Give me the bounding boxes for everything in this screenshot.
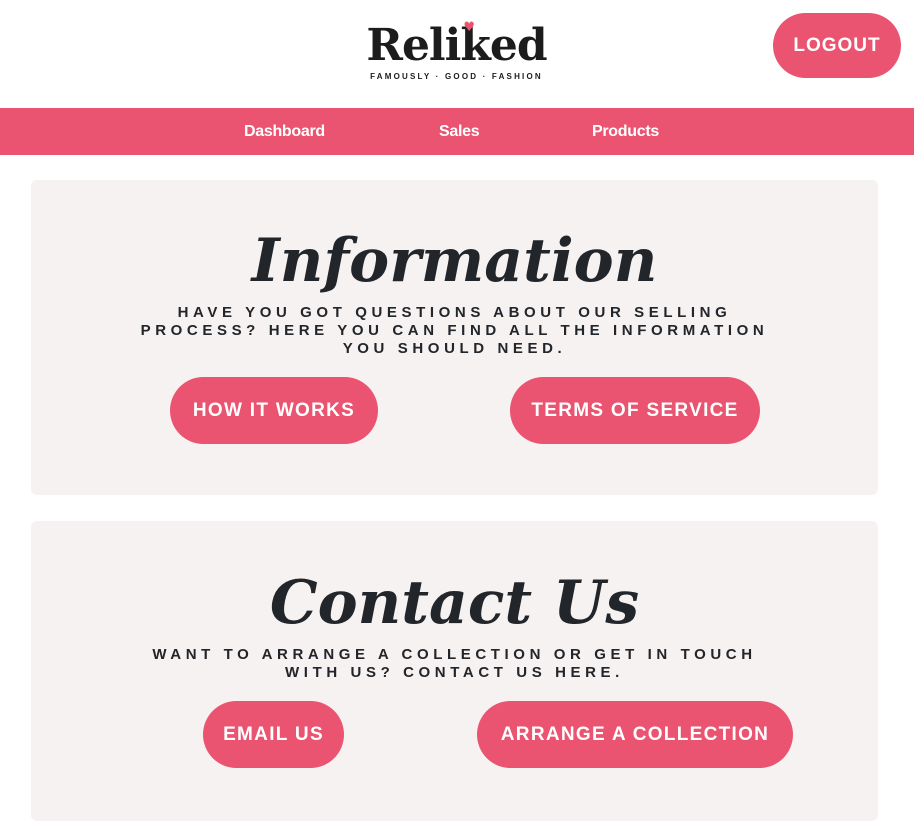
information-description-line: PROCESS? HERE YOU CAN FIND ALL THE INFOR…: [140, 322, 769, 339]
contact-description: WANT TO ARRANGE A COLLECTION OR GET IN T…: [31, 646, 878, 682]
information-card: Information HAVE YOU GOT QUESTIONS ABOUT…: [31, 180, 878, 495]
nav-item-dashboard[interactable]: Dashboard: [244, 108, 325, 155]
contact-description-line: WANT TO ARRANGE A COLLECTION OR GET IN T…: [152, 646, 757, 663]
contact-description-line: WITH US? CONTACT US HERE.: [285, 664, 624, 681]
information-description-line: HAVE YOU GOT QUESTIONS ABOUT OUR SELLING: [177, 304, 732, 321]
information-description-line: YOU SHOULD NEED.: [342, 340, 567, 357]
logo-text: Reliked: [366, 20, 547, 71]
header: Reliked ♥ FAMOUSLY · GOOD · FASHION LOGO…: [0, 0, 914, 108]
nav-item-products[interactable]: Products: [592, 108, 659, 155]
contact-title: Contact Us: [269, 568, 640, 638]
nav-item-sales[interactable]: Sales: [439, 108, 480, 155]
logo-tagline: FAMOUSLY · GOOD · FASHION: [370, 72, 543, 81]
information-description: HAVE YOU GOT QUESTIONS ABOUT OUR SELLING…: [31, 304, 878, 358]
heart-icon: ♥: [463, 20, 475, 35]
contact-card: Contact Us WANT TO ARRANGE A COLLECTION …: [31, 521, 878, 821]
logout-button[interactable]: LOGOUT: [773, 13, 901, 78]
terms-of-service-button[interactable]: TERMS OF SERVICE: [510, 377, 760, 444]
email-us-button[interactable]: EMAIL US: [203, 701, 344, 768]
reliked-logo[interactable]: Reliked ♥ FAMOUSLY · GOOD · FASHION: [354, 20, 559, 81]
logo-wordmark: Reliked ♥: [366, 20, 547, 71]
main-nav: Dashboard Sales Products: [0, 108, 914, 155]
how-it-works-button[interactable]: HOW IT WORKS: [170, 377, 378, 444]
arrange-collection-button[interactable]: ARRANGE A COLLECTION: [477, 701, 793, 768]
information-title: Information: [251, 226, 658, 296]
